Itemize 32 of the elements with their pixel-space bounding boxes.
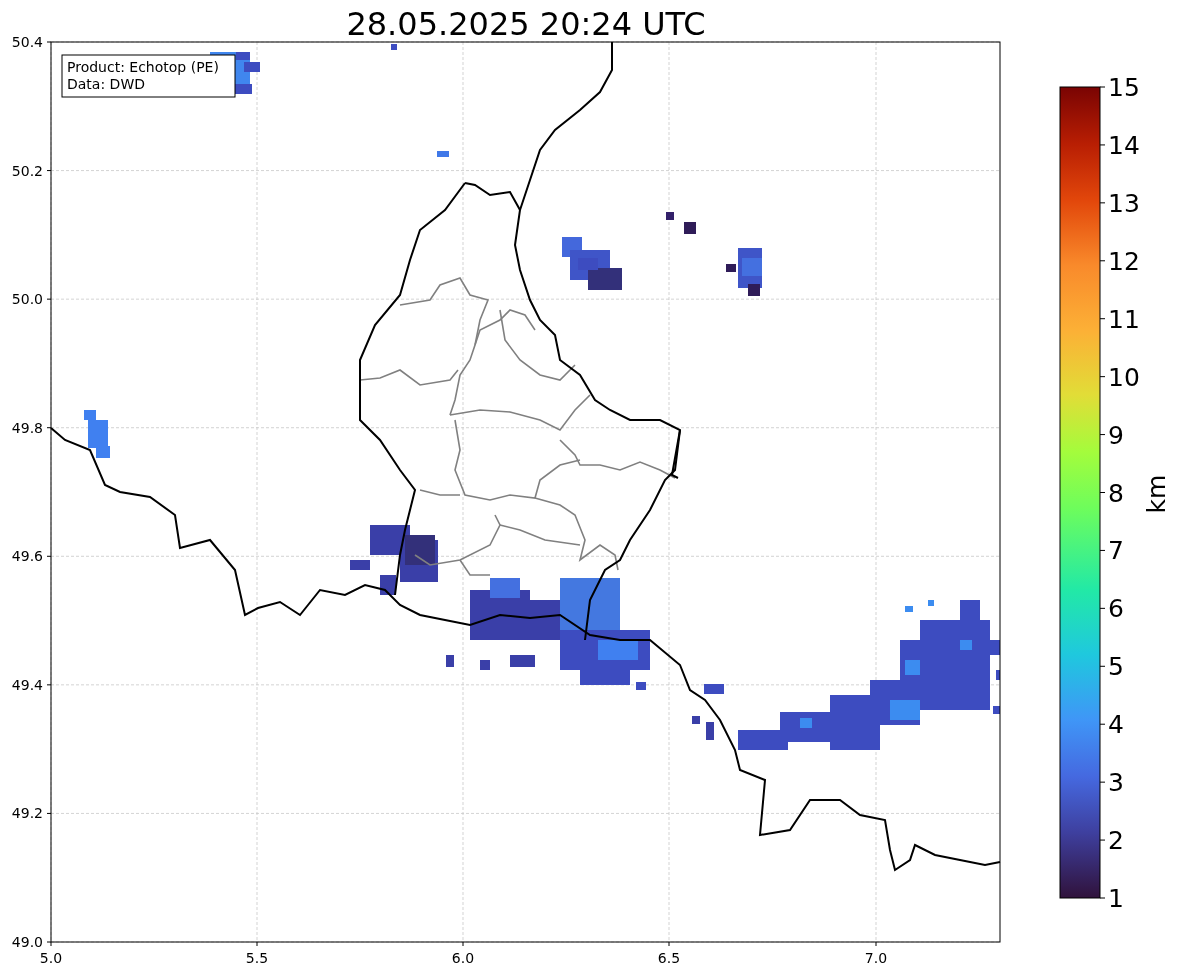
colorbar-tick-label: 8 bbox=[1108, 478, 1124, 508]
colorbar-tick-label: 11 bbox=[1108, 304, 1140, 334]
info-text: Data: DWD bbox=[67, 76, 145, 92]
colorbar-tick-label: 14 bbox=[1108, 130, 1140, 160]
colorbar-tick-label: 3 bbox=[1108, 768, 1124, 798]
info-text: Product: Echotop (PE) bbox=[67, 59, 219, 75]
y-tick-label: 49.8 bbox=[11, 419, 43, 436]
y-tick-label: 50.0 bbox=[11, 291, 43, 308]
y-tick-label: 49.6 bbox=[11, 548, 43, 565]
colorbar-tick-label: 9 bbox=[1108, 420, 1124, 450]
y-tick-label: 49.4 bbox=[11, 676, 43, 693]
x-tick-label: 6.5 bbox=[657, 950, 681, 966]
x-tick-label: 5.0 bbox=[39, 950, 63, 966]
colorbar-tick-label: 15 bbox=[1108, 73, 1140, 102]
y-tick-label: 50.2 bbox=[11, 162, 43, 179]
colorbar-tick-label: 2 bbox=[1108, 826, 1124, 856]
colorbar-tick-label: 4 bbox=[1108, 710, 1124, 740]
y-tick-label: 50.4 bbox=[11, 34, 43, 50]
colorbar-tick-label: 5 bbox=[1108, 652, 1124, 682]
y-tick-label: 49.2 bbox=[11, 805, 43, 822]
colorbar-tick-label: 10 bbox=[1108, 362, 1140, 392]
x-tick-label: 7.0 bbox=[864, 950, 888, 966]
colorbar-tick-label: 1 bbox=[1108, 884, 1124, 913]
y-tick-label: 49.0 bbox=[11, 934, 43, 950]
x-tick-label: 5.5 bbox=[245, 950, 269, 966]
colorbar-tick-label: 12 bbox=[1108, 246, 1140, 276]
colorbar-tick-label: 13 bbox=[1108, 188, 1140, 218]
x-tick-label: 6.0 bbox=[451, 950, 475, 966]
colorbar-label: km bbox=[1142, 474, 1171, 514]
chart-title: 28.05.2025 20:24 UTC bbox=[346, 5, 706, 43]
colorbar-tick-label: 6 bbox=[1108, 594, 1124, 624]
colorbar-tick-label: 7 bbox=[1108, 536, 1124, 566]
